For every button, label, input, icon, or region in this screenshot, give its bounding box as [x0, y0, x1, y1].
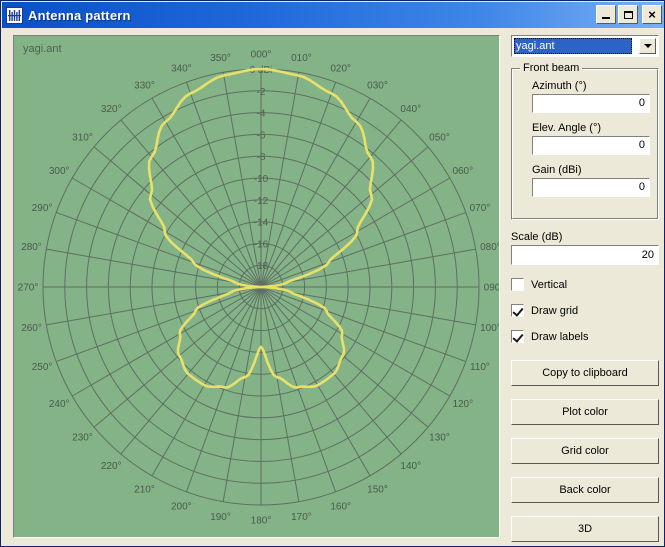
draw-labels-checkbox[interactable]	[511, 330, 524, 343]
polar-angle-label: 290°	[32, 203, 53, 214]
draw-labels-checkbox-row[interactable]: Draw labels	[511, 330, 659, 343]
vertical-label: Vertical	[531, 278, 568, 291]
gain-field[interactable]: 0	[532, 178, 650, 197]
back-color-button[interactable]: Back color	[511, 477, 659, 503]
polar-plot-area[interactable]: 000° 010° 020° 030° 040° 050° 060° 070° 080° 090°…	[13, 35, 500, 538]
chevron-down-icon[interactable]	[639, 38, 656, 54]
window-title: Antenna pattern	[28, 7, 131, 23]
polar-angle-label: 190°	[210, 512, 231, 523]
polar-angle-label: 060°	[452, 166, 473, 177]
polar-angle-label: 210°	[134, 484, 155, 495]
draw-grid-label: Draw grid	[531, 304, 579, 317]
polar-ring-label: -4	[257, 109, 266, 120]
antenna-pattern-window: Antenna pattern × 000° 010° 020° 030° 040° 05…	[0, 0, 665, 547]
control-panel: yagi.ant Front beam Azimuth (°) 0 Elev. …	[511, 35, 659, 542]
polar-ring-label: -12	[254, 196, 269, 207]
minimize-icon	[602, 16, 610, 19]
polar-angle-label: 080°	[480, 242, 499, 253]
polar-angle-label: 280°	[21, 242, 42, 253]
polar-ring-label: -14	[254, 218, 269, 229]
polar-angle-label: 100°	[480, 323, 499, 334]
antenna-file-combo[interactable]: yagi.ant	[511, 35, 659, 57]
polar-angle-label: 260°	[21, 323, 42, 334]
polar-ring-label: -2	[257, 87, 266, 98]
polar-angle-label: 220°	[101, 461, 122, 472]
polar-angle-label: 320°	[101, 104, 122, 115]
gain-label: Gain (dBi)	[532, 164, 582, 176]
azimuth-label: Azimuth (°)	[532, 80, 587, 92]
polar-angle-label: 340°	[171, 64, 192, 75]
polar-angle-label: 020°	[330, 64, 351, 75]
vertical-checkbox[interactable]	[511, 278, 524, 291]
grid-color-button[interactable]: Grid color	[511, 438, 659, 464]
polar-angle-label: 040°	[400, 104, 421, 115]
front-beam-group: Front beam Azimuth (°) 0 Elev. Angle (°)…	[511, 62, 659, 220]
polar-ring-label: -10	[254, 174, 269, 185]
polar-angle-label: 070°	[470, 203, 491, 214]
polar-angle-label: 250°	[32, 362, 53, 373]
polar-angle-label: 090°	[484, 283, 499, 294]
antenna-file-selected: yagi.ant	[514, 38, 632, 54]
polar-angle-label: 050°	[429, 133, 450, 144]
polar-angle-label: 310°	[72, 133, 93, 144]
window-controls: ×	[596, 5, 662, 24]
polar-angle-label: 180°	[251, 516, 272, 527]
polar-angle-label: 160°	[330, 501, 351, 512]
elevation-label: Elev. Angle (°)	[532, 122, 602, 134]
polar-angle-label: 030°	[367, 81, 388, 92]
polar-angle-label: 300°	[49, 166, 70, 177]
polar-angle-label: 240°	[49, 399, 70, 410]
front-beam-group-title: Front beam	[520, 62, 583, 74]
draw-labels-label: Draw labels	[531, 330, 589, 343]
polar-ring-label: -18	[254, 261, 269, 272]
polar-angle-label: 110°	[470, 362, 490, 373]
polar-angle-label: 200°	[171, 501, 192, 512]
copy-to-clipboard-button[interactable]: Copy to clipboard	[511, 360, 659, 386]
scale-label: Scale (dB)	[511, 231, 563, 243]
polar-angle-label: 230°	[72, 432, 93, 443]
polar-ring-label: -8	[257, 152, 266, 163]
maximize-icon	[623, 10, 633, 19]
minimize-button[interactable]	[596, 5, 616, 24]
polar-angle-label: 130°	[429, 432, 450, 443]
polar-plot-svg: 000° 010° 020° 030° 040° 050° 060° 070° 080° 090°…	[14, 36, 499, 537]
polar-angle-label: 350°	[210, 53, 231, 64]
polar-angle-label: 010°	[291, 53, 312, 64]
plot-file-label: yagi.ant	[23, 43, 62, 55]
title-bar: Antenna pattern ×	[2, 2, 664, 28]
plot-color-button[interactable]: Plot color	[511, 399, 659, 425]
polar-angle-label: 000°	[251, 50, 272, 61]
polar-angle-label: 330°	[134, 81, 155, 92]
antenna-spectrum-icon	[6, 6, 23, 24]
scale-field[interactable]: 20	[511, 245, 659, 265]
polar-angle-label: 170°	[291, 512, 312, 523]
azimuth-field[interactable]: 0	[532, 94, 650, 113]
polar-ring-label: -6	[257, 130, 266, 141]
polar-angle-label: 150°	[367, 484, 388, 495]
polar-angle-label: 270°	[18, 283, 39, 294]
draw-grid-checkbox-row[interactable]: Draw grid	[511, 304, 659, 317]
polar-angle-label: 140°	[400, 461, 421, 472]
polar-angle-label: 120°	[452, 399, 473, 410]
polar-ring-label: -16	[254, 239, 269, 250]
elevation-field[interactable]: 0	[532, 136, 650, 155]
three-d-button[interactable]: 3D	[511, 516, 659, 542]
draw-grid-checkbox[interactable]	[511, 304, 524, 317]
close-button[interactable]: ×	[642, 5, 662, 24]
maximize-button[interactable]	[618, 5, 638, 24]
vertical-checkbox-row[interactable]: Vertical	[511, 278, 659, 291]
